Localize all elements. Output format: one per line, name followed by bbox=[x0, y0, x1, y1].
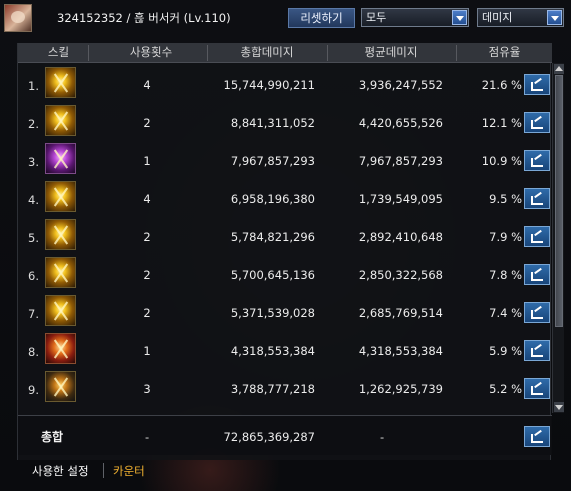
flame-slash-icon bbox=[45, 295, 76, 326]
scroll-up-icon[interactable] bbox=[554, 64, 564, 74]
damage-share-value: 10.9 % bbox=[481, 154, 522, 168]
average-damage-value: 4,318,553,384 bbox=[358, 344, 443, 358]
total-damage-value: 4,318,553,384 bbox=[230, 344, 315, 358]
share-icon[interactable] bbox=[524, 426, 550, 447]
skill-row: 8. 1 4,318,553,384 4,318,553,384 5.9 % bbox=[18, 331, 552, 370]
skill-row: 6. 2 5,700,645,136 2,850,322,568 7.8 % bbox=[18, 255, 552, 294]
skill-row: 9. 3 3,788,777,218 1,262,925,739 5.2 % bbox=[18, 369, 552, 408]
fire-wing-icon bbox=[45, 181, 76, 212]
total-damage-value: 6,958,196,380 bbox=[230, 192, 315, 206]
total-label: 총합 bbox=[41, 430, 64, 444]
total-average-damage: - bbox=[380, 430, 385, 444]
damage-share-value: 5.9 % bbox=[489, 344, 522, 358]
share-icon[interactable] bbox=[524, 302, 550, 323]
chevron-down-icon bbox=[547, 10, 562, 25]
header-average-damage: 평균데미지 bbox=[364, 45, 418, 59]
uses-count: 2 bbox=[143, 116, 151, 130]
red-beast-icon bbox=[45, 333, 76, 364]
header-skill: 스킬 bbox=[47, 45, 70, 59]
player-info-text: 324152352 / 흖 버서커 (Lv.110) bbox=[57, 11, 231, 25]
header-divider bbox=[207, 45, 208, 61]
average-damage-value: 7,967,857,293 bbox=[358, 154, 443, 168]
chevron-down-icon bbox=[452, 10, 467, 25]
damage-share-value: 7.4 % bbox=[489, 306, 522, 320]
bottom-tabs: 사용한 설정 카운터 bbox=[17, 457, 551, 485]
table-header: 스킬 사용횟수 총합데미지 평균데미지 점유율 bbox=[18, 43, 552, 63]
header-divider bbox=[327, 45, 328, 61]
uses-count: 1 bbox=[143, 344, 151, 358]
scroll-down-icon[interactable] bbox=[554, 402, 564, 412]
reset-button[interactable]: 리셋하기 bbox=[288, 8, 355, 28]
header-total-damage: 총합데미지 bbox=[240, 45, 294, 59]
filter-dropdown[interactable]: 모두 bbox=[361, 8, 469, 27]
share-icon[interactable] bbox=[524, 74, 550, 95]
share-icon[interactable] bbox=[524, 340, 550, 361]
tab-divider bbox=[103, 463, 104, 478]
average-damage-value: 4,420,655,526 bbox=[358, 116, 443, 130]
total-damage-value: 5,700,645,136 bbox=[230, 268, 315, 282]
scrollbar-thumb[interactable] bbox=[555, 75, 563, 327]
filter-selected-value: 모두 bbox=[366, 11, 387, 24]
damage-share-value: 7.8 % bbox=[489, 268, 522, 282]
header-divider bbox=[88, 45, 89, 61]
damage-meter-header: 324152352 / 흖 버서커 (Lv.110) 리셋하기 모두 데미지 bbox=[0, 0, 571, 36]
skill-row: 7. 2 5,371,539,028 2,685,769,514 7.4 % bbox=[18, 293, 552, 332]
damage-share-value: 5.2 % bbox=[489, 382, 522, 396]
total-damage-value: 15,744,990,211 bbox=[223, 78, 315, 92]
uses-count: 2 bbox=[143, 230, 151, 244]
skill-damage-panel: 스킬 사용횟수 총합데미지 평균데미지 점유율 1. 4 15,744,990,… bbox=[17, 43, 552, 460]
total-damage-value: 5,371,539,028 bbox=[230, 306, 315, 320]
share-icon[interactable] bbox=[524, 188, 550, 209]
golden-slash-icon bbox=[45, 105, 76, 136]
uses-count: 4 bbox=[143, 192, 151, 206]
share-icon[interactable] bbox=[524, 378, 550, 399]
total-damage-value: 5,784,821,296 bbox=[230, 230, 315, 244]
metric-dropdown[interactable]: 데미지 bbox=[477, 8, 564, 27]
average-damage-value: 2,892,410,648 bbox=[358, 230, 443, 244]
average-damage-value: 1,262,925,739 bbox=[358, 382, 443, 396]
header-share: 점유율 bbox=[488, 45, 521, 59]
average-damage-value: 2,850,322,568 bbox=[358, 268, 443, 282]
vertical-scrollbar[interactable] bbox=[552, 63, 564, 413]
total-damage-value: 7,967,857,293 bbox=[230, 154, 315, 168]
metric-selected-value: 데미지 bbox=[482, 11, 513, 24]
purple-demon-icon bbox=[45, 143, 76, 174]
dark-gold-icon bbox=[45, 371, 76, 402]
golden-burst-icon bbox=[45, 67, 76, 98]
header-divider bbox=[456, 45, 457, 61]
total-damage-value: 8,841,311,052 bbox=[230, 116, 315, 130]
total-row: 총합 - 72,865,369,287 - bbox=[18, 415, 552, 455]
total-damage-value: 72,865,369,287 bbox=[223, 430, 315, 444]
total-uses: - bbox=[145, 430, 150, 444]
header-uses: 사용횟수 bbox=[129, 45, 173, 59]
damage-share-value: 21.6 % bbox=[481, 78, 522, 92]
player-avatar-icon bbox=[4, 4, 32, 32]
share-icon[interactable] bbox=[524, 150, 550, 171]
damage-share-value: 12.1 % bbox=[481, 116, 522, 130]
damage-share-value: 7.9 % bbox=[489, 230, 522, 244]
share-icon[interactable] bbox=[524, 226, 550, 247]
skill-row: 2. 2 8,841,311,052 4,420,655,526 12.1 % bbox=[18, 103, 552, 142]
tab-used-settings[interactable]: 사용한 설정 bbox=[32, 463, 89, 479]
radiant-star-icon bbox=[45, 219, 76, 250]
share-icon[interactable] bbox=[524, 112, 550, 133]
sunburst-icon bbox=[45, 257, 76, 288]
average-damage-value: 1,739,549,095 bbox=[358, 192, 443, 206]
total-damage-value: 3,788,777,218 bbox=[230, 382, 315, 396]
skill-row: 4. 4 6,958,196,380 1,739,549,095 9.5 % bbox=[18, 179, 552, 218]
average-damage-value: 3,936,247,552 bbox=[358, 78, 443, 92]
share-icon[interactable] bbox=[524, 264, 550, 285]
uses-count: 4 bbox=[143, 78, 151, 92]
skill-row: 3. 1 7,967,857,293 7,967,857,293 10.9 % bbox=[18, 141, 552, 180]
uses-count: 3 bbox=[143, 382, 151, 396]
skill-row: 5. 2 5,784,821,296 2,892,410,648 7.9 % bbox=[18, 217, 552, 256]
tab-counter[interactable]: 카운터 bbox=[113, 463, 145, 479]
skill-row: 1. 4 15,744,990,211 3,936,247,552 21.6 % bbox=[18, 65, 552, 104]
uses-count: 2 bbox=[143, 268, 151, 282]
damage-share-value: 9.5 % bbox=[489, 192, 522, 206]
uses-count: 2 bbox=[143, 306, 151, 320]
average-damage-value: 2,685,769,514 bbox=[358, 306, 443, 320]
uses-count: 1 bbox=[143, 154, 151, 168]
